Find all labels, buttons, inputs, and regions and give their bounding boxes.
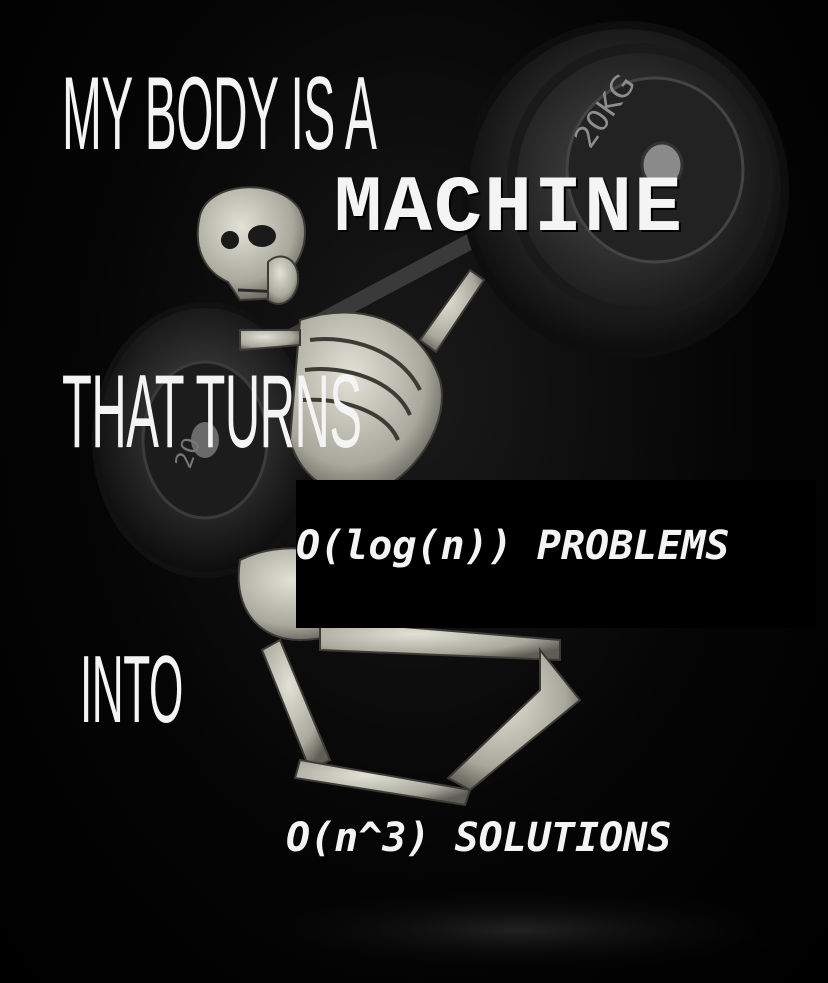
caption-line-4: O(log(n)) PROBLEMS [296,523,730,569]
floor-shadow [220,885,820,975]
caption-line-5: INTO [80,636,183,743]
upper-arm [418,268,486,354]
caption-line-3: THAT TURNS [62,354,362,470]
forearm [239,329,301,352]
shin-bone [446,647,582,792]
caption-line-6: O(n^3) SOLUTIONS [286,815,672,861]
foot-bone [293,758,472,807]
hand-on-head [267,255,300,305]
caption-line-2: MACHINE [334,164,685,255]
back-leg-bone [260,638,332,772]
meme-image: 20 20KG MY BODY IS A MACHINE THAT TURNS … [0,0,828,983]
caption-line-1: MY BODY IS A [62,56,377,172]
